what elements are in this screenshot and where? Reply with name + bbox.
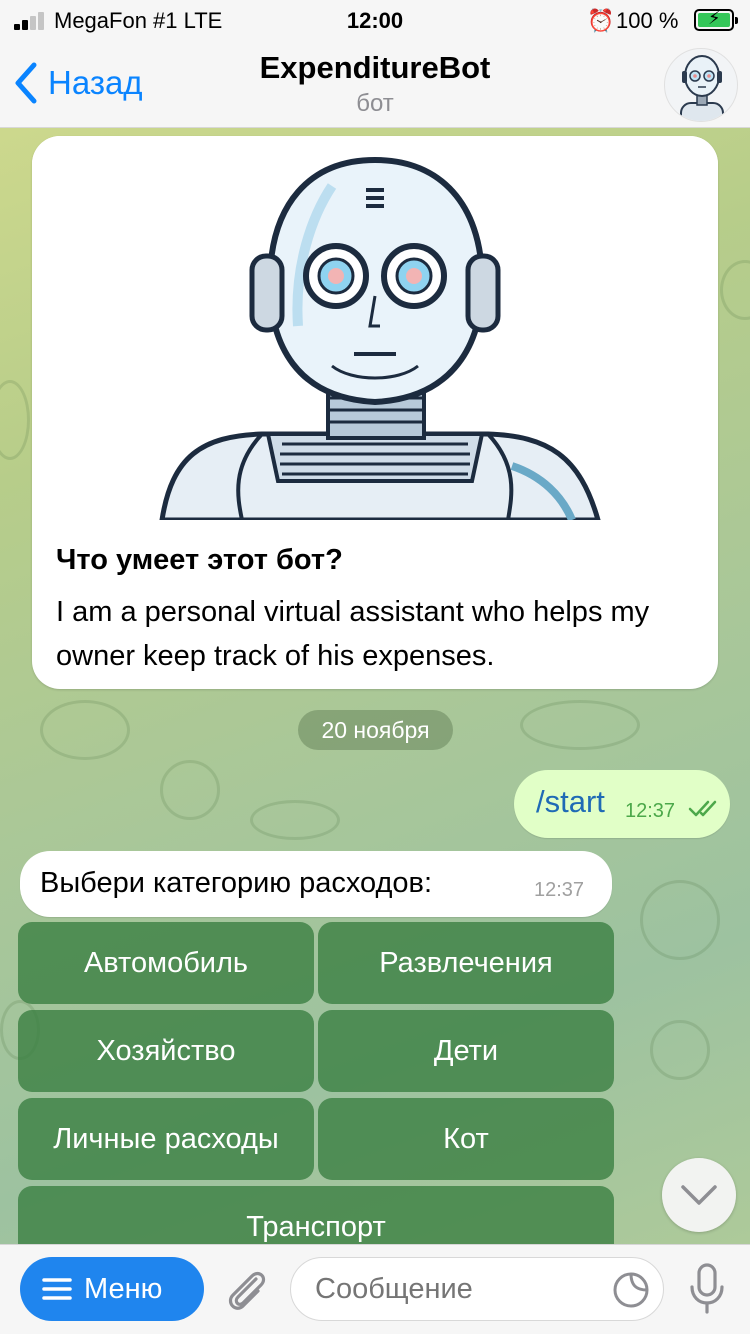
menu-icon xyxy=(42,1278,72,1300)
chevron-down-icon xyxy=(681,1185,717,1205)
battery-percent: 100 % xyxy=(616,8,679,33)
wallpaper-doodle xyxy=(0,380,30,460)
chat-title-area[interactable]: ExpenditureBot бот xyxy=(0,50,750,118)
message-time: 12:37 xyxy=(534,879,585,901)
sticker-icon[interactable] xyxy=(612,1271,650,1309)
attach-icon[interactable] xyxy=(222,1265,270,1315)
wallpaper-doodle xyxy=(640,880,720,960)
chat-header: MegaFon #1 LTE 12:00 ⏰ 100 % ⚡ Назад Exp… xyxy=(0,0,750,128)
message-text: Выбери категорию расходов: xyxy=(40,867,433,899)
bot-intro-card: Что умеет этот бот? I am a personal virt… xyxy=(32,136,718,689)
wallpaper-doodle xyxy=(520,700,640,750)
wallpaper-doodle xyxy=(650,1020,710,1080)
battery-icon: ⚡ xyxy=(694,8,738,31)
intro-title: Что умеет этот бот? xyxy=(56,544,343,576)
wallpaper-doodle xyxy=(40,700,130,760)
keyboard-button-automobile[interactable]: Автомобиль xyxy=(18,922,314,1004)
message-input[interactable] xyxy=(290,1257,664,1321)
keyboard-button-children[interactable]: Дети xyxy=(318,1010,614,1092)
chat-title: ExpenditureBot xyxy=(259,50,491,85)
scroll-down-button[interactable] xyxy=(662,1158,736,1232)
menu-label: Меню xyxy=(84,1272,163,1305)
robot-avatar-icon xyxy=(680,55,724,121)
incoming-message[interactable]: Выбери категорию расходов: 12:37 xyxy=(20,851,612,917)
outgoing-message[interactable]: /start 12:37 xyxy=(514,770,730,838)
keyboard-button-cat[interactable]: Кот xyxy=(318,1098,614,1180)
date-separator: 20 ноября xyxy=(298,710,453,750)
keyboard-button-personal-expenses[interactable]: Личные расходы xyxy=(18,1098,314,1180)
message-time: 12:37 xyxy=(625,800,676,822)
double-check-icon xyxy=(688,800,717,817)
alarm-icon: ⏰ xyxy=(587,8,615,33)
message-text[interactable]: /start xyxy=(536,784,605,820)
intro-description: I am a personal virtual assistant who he… xyxy=(56,596,650,672)
keyboard-button-household[interactable]: Хозяйство xyxy=(18,1010,314,1092)
chat-subtitle: бот xyxy=(356,90,394,117)
wallpaper-doodle xyxy=(250,800,340,840)
keyboard-button-entertainment[interactable]: Развлечения xyxy=(318,922,614,1004)
wallpaper-doodle xyxy=(720,260,750,320)
robot-illustration xyxy=(32,136,718,523)
bot-avatar[interactable] xyxy=(664,48,738,122)
bot-menu-button[interactable]: Меню xyxy=(20,1257,204,1321)
wallpaper-doodle xyxy=(160,760,220,820)
status-bar: MegaFon #1 LTE 12:00 ⏰ 100 % ⚡ xyxy=(0,0,750,42)
message-input-bar: Меню xyxy=(0,1244,750,1334)
microphone-icon[interactable] xyxy=(688,1263,726,1315)
